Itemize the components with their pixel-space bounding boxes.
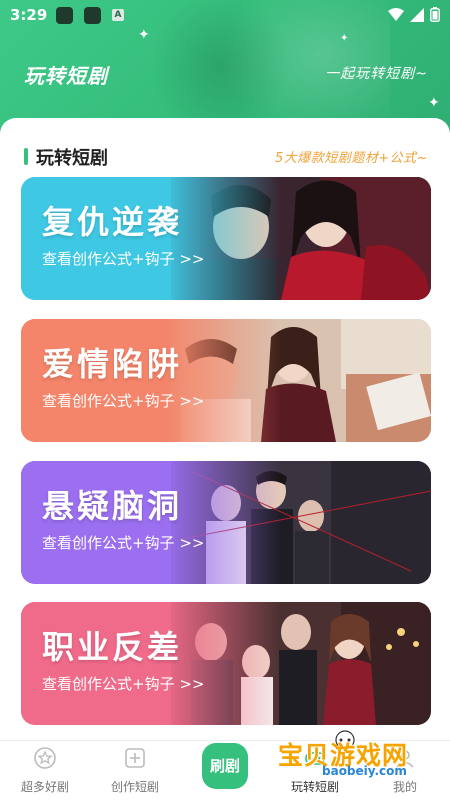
signal-icon	[410, 7, 424, 22]
tab-label: 创作短剧	[110, 780, 159, 794]
tab-label: 超多好剧	[20, 780, 69, 794]
card-link[interactable]: 查看创作公式+钩子 >>	[42, 390, 204, 411]
card-mystery[interactable]: 悬疑脑洞 查看创作公式+钩子 >>	[21, 461, 431, 584]
content-panel: 玩转短剧 5大爆款短剧题材+公式~ 复仇逆袭 查看创作公式+钩子 >> 爱情陷阱…	[0, 118, 450, 740]
wifi-icon	[388, 7, 404, 21]
card-link[interactable]: 查看创作公式+钩子 >>	[42, 248, 204, 269]
card-link[interactable]: 查看创作公式+钩子 >>	[42, 532, 204, 553]
card-career-contrast[interactable]: 职业反差 查看创作公式+钩子 >>	[21, 602, 431, 725]
tab-trending-dramas[interactable]: 超多好剧	[0, 741, 90, 801]
sparkle-icon: ✦	[428, 95, 440, 111]
tab-create-drama[interactable]: 创作短剧	[90, 741, 180, 801]
tab-watch-drama[interactable]: 刷剧	[202, 743, 248, 789]
notification-icon	[84, 7, 101, 24]
card-title: 悬疑脑洞	[42, 487, 183, 525]
status-bar: 3:29 A	[0, 0, 450, 30]
add-square-icon	[125, 748, 145, 768]
section-accent-bar	[24, 148, 28, 165]
battery-icon	[430, 7, 440, 22]
card-title: 职业反差	[42, 628, 183, 666]
card-link[interactable]: 查看创作公式+钩子 >>	[42, 673, 204, 694]
card-title: 爱情陷阱	[42, 345, 183, 383]
sparkle-icon: ✦	[340, 33, 349, 44]
card-revenge[interactable]: 复仇逆袭 查看创作公式+钩子 >>	[21, 177, 431, 300]
card-love-trap[interactable]: 爱情陷阱 查看创作公式+钩子 >>	[21, 319, 431, 442]
status-badge: A	[112, 9, 124, 21]
hero-title: 玩转短剧	[24, 64, 108, 88]
sparkle-icon: ✦	[138, 27, 150, 43]
star-badge-icon	[34, 747, 56, 769]
card-title: 复仇逆袭	[42, 203, 183, 241]
status-icons	[388, 7, 440, 22]
status-time: 3:29	[10, 6, 48, 24]
hero-slogan: 一起玩转短剧~	[325, 66, 428, 82]
notification-icon	[56, 7, 73, 24]
watermark-url: baobeiy.com	[322, 764, 407, 778]
section-title: 玩转短剧	[36, 148, 108, 169]
section-subtitle: 5大爆款短剧题材+公式~	[274, 151, 428, 166]
